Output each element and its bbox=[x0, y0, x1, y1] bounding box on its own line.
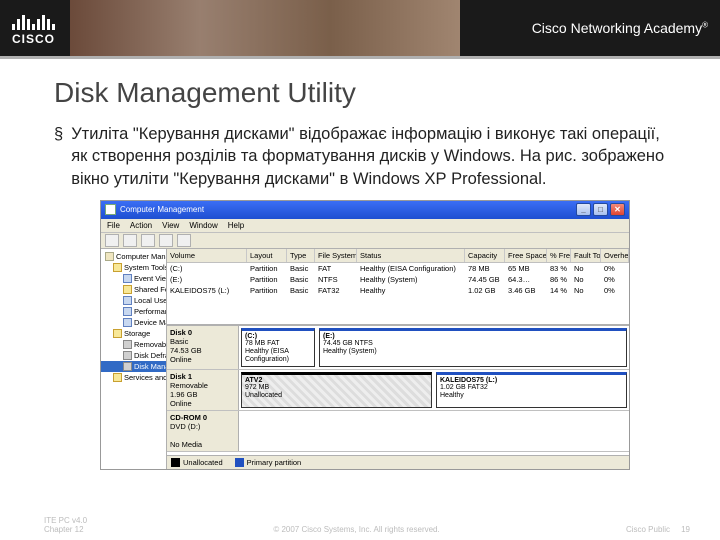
computer-icon bbox=[105, 252, 114, 261]
volume-list-header: Volume Layout Type File System Status Ca… bbox=[167, 249, 629, 263]
volume-list[interactable]: Volume Layout Type File System Status Ca… bbox=[167, 249, 629, 326]
cisco-wordmark: CISCO bbox=[12, 32, 55, 46]
menu-action[interactable]: Action bbox=[130, 221, 152, 230]
toolbar bbox=[101, 233, 629, 249]
menu-view[interactable]: View bbox=[162, 221, 179, 230]
storage-icon bbox=[123, 340, 132, 349]
folder-icon bbox=[113, 263, 122, 272]
footer-public: Cisco Public bbox=[626, 525, 670, 534]
minimize-button[interactable]: _ bbox=[576, 203, 591, 216]
disk-graphical-view[interactable]: Disk 0Basic74.53 GBOnline (C:)78 MB FATH… bbox=[167, 326, 629, 455]
window-title: Computer Management bbox=[120, 205, 204, 214]
up-button[interactable] bbox=[141, 234, 155, 247]
academy-label: Cisco Networking Academy® bbox=[532, 20, 708, 36]
app-icon bbox=[105, 204, 116, 215]
partition[interactable]: (E:)74.45 GB NTFSHealthy (System) bbox=[319, 328, 627, 367]
close-button[interactable]: ✕ bbox=[610, 203, 625, 216]
screenshot-computer-management: Computer Management _ □ ✕ File Action Vi… bbox=[100, 200, 630, 470]
disk-row[interactable]: Disk 1Removable1.96 GBOnline ATV2972 MBU… bbox=[167, 370, 629, 411]
slide-title: Disk Management Utility bbox=[54, 77, 676, 109]
maximize-button[interactable]: □ bbox=[593, 203, 608, 216]
volume-row[interactable]: KALEIDOS75 (L:)PartitionBasicFAT32Health… bbox=[167, 285, 629, 296]
partition[interactable]: KALEIDOS75 (L:)1.02 GB FAT32Healthy bbox=[436, 372, 627, 408]
menu-window[interactable]: Window bbox=[189, 221, 217, 230]
device-icon bbox=[123, 318, 132, 327]
footer-copyright: © 2007 Cisco Systems, Inc. All rights re… bbox=[87, 525, 626, 534]
menu-file[interactable]: File bbox=[107, 221, 120, 230]
props-button[interactable] bbox=[159, 234, 173, 247]
legend: Unallocated Primary partition bbox=[167, 455, 629, 469]
slide-content: Disk Management Utility § Утиліта "Керув… bbox=[0, 59, 720, 470]
menubar: File Action View Window Help bbox=[101, 219, 629, 233]
disk-row[interactable]: Disk 0Basic74.53 GBOnline (C:)78 MB FATH… bbox=[167, 326, 629, 370]
bullet-icon: § bbox=[54, 123, 63, 190]
event-icon bbox=[123, 274, 132, 283]
perf-icon bbox=[123, 307, 132, 316]
page-number: 19 bbox=[681, 525, 690, 534]
legend-swatch-unallocated bbox=[171, 458, 180, 467]
users-icon bbox=[123, 296, 132, 305]
folder-icon bbox=[113, 329, 122, 338]
forward-button[interactable] bbox=[123, 234, 137, 247]
footer-course: ITE PC v4.0 bbox=[44, 516, 87, 525]
nav-tree[interactable]: Computer Management (Loc System Tools Ev… bbox=[101, 249, 167, 469]
volume-row[interactable]: (E:)PartitionBasicNTFSHealthy (System)74… bbox=[167, 274, 629, 285]
menu-help[interactable]: Help bbox=[228, 221, 244, 230]
volume-row[interactable]: (C:)PartitionBasicFATHealthy (EISA Confi… bbox=[167, 263, 629, 274]
footer-chapter: Chapter 12 bbox=[44, 525, 87, 534]
disk-row[interactable]: CD-ROM 0DVD (D:)No Media bbox=[167, 411, 629, 452]
refresh-button[interactable] bbox=[177, 234, 191, 247]
diskmgmt-icon bbox=[123, 362, 132, 371]
folder-icon bbox=[123, 285, 132, 294]
legend-swatch-primary bbox=[235, 458, 244, 467]
folder-icon bbox=[113, 373, 122, 382]
window-titlebar[interactable]: Computer Management _ □ ✕ bbox=[101, 201, 629, 219]
partition[interactable]: (C:)78 MB FATHealthy (EISA Configuration… bbox=[241, 328, 315, 367]
defrag-icon bbox=[123, 351, 132, 360]
top-banner: CISCO Cisco Networking Academy® bbox=[0, 0, 720, 56]
slide-bullet: § Утиліта "Керування дисками" відображає… bbox=[54, 123, 676, 190]
cisco-logo: CISCO bbox=[12, 10, 55, 46]
slide-footer: ITE PC v4.0 Chapter 12 © 2007 Cisco Syst… bbox=[0, 516, 720, 534]
partition-unallocated[interactable]: ATV2972 MBUnallocated bbox=[241, 372, 432, 408]
bullet-text: Утиліта "Керування дисками" відображає і… bbox=[71, 123, 676, 190]
cisco-bars-icon bbox=[12, 10, 55, 30]
back-button[interactable] bbox=[105, 234, 119, 247]
